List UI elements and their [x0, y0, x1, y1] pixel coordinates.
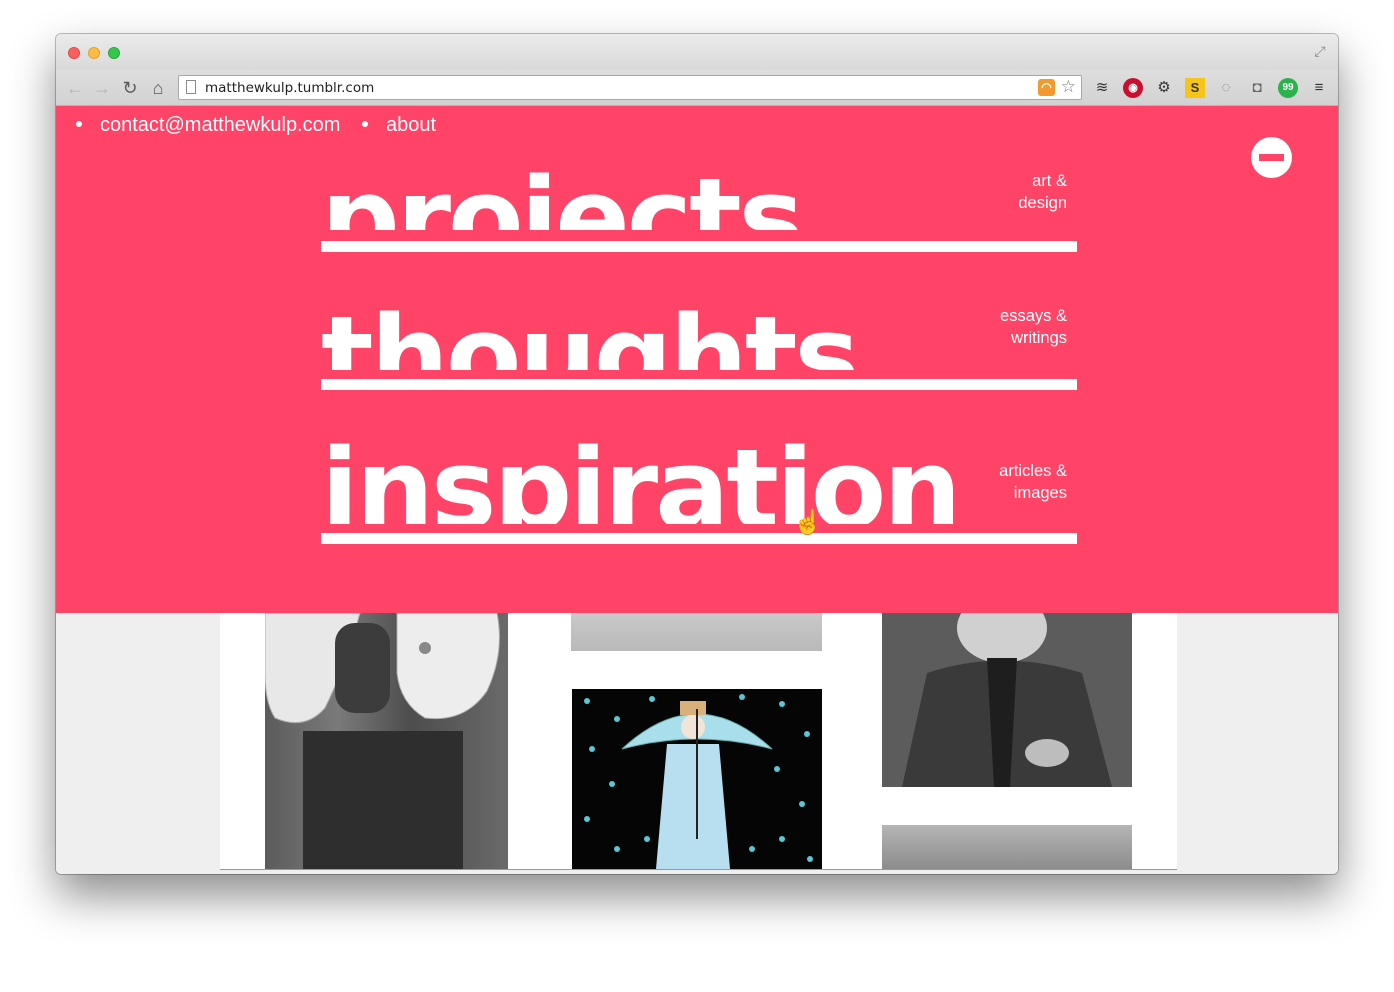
menu-item-projects[interactable]: projects art & design [321, 168, 1077, 252]
menu-underline [321, 533, 1077, 544]
hand-cursor-icon: ☝ [793, 509, 823, 536]
content-bottom-border [220, 869, 1177, 870]
about-link[interactable]: about [386, 114, 436, 136]
browser-toolbar: ← → ↻ ⌂ matthewkulp.tumblr.com ◠ ☆ ≋ ◉ ⚙… [56, 70, 1338, 106]
top-nav: contact@matthewkulp.com about [76, 114, 452, 137]
menu-item-inspiration[interactable]: inspiration articles & images [321, 434, 1077, 544]
back-icon[interactable]: ← [64, 77, 86, 99]
menu-underline [321, 379, 1077, 390]
close-window-button[interactable] [68, 47, 80, 59]
bookmark-star-icon[interactable]: ☆ [1061, 77, 1076, 97]
clock-extension-icon[interactable]: ◌ [1216, 78, 1236, 98]
hangouts-extension-icon[interactable]: 99 [1278, 78, 1298, 98]
page-icon [186, 80, 196, 94]
zoom-window-button[interactable] [108, 47, 120, 59]
adblock-extension-icon[interactable]: ◉ [1123, 78, 1143, 98]
minimize-window-button[interactable] [88, 47, 100, 59]
menu-item-inspiration-subtitle: articles & images [999, 462, 1067, 502]
menu-icon[interactable]: ≡ [1309, 78, 1329, 98]
texture-image-thumbnail-2[interactable] [882, 825, 1132, 869]
contact-email-link[interactable]: contact@matthewkulp.com [100, 114, 340, 136]
menu-item-thoughts-subtitle: essays & writings [1000, 307, 1067, 347]
stylebot-extension-icon[interactable]: S [1185, 78, 1205, 98]
reload-icon[interactable]: ↻ [119, 77, 141, 99]
umbrella-rain-image[interactable] [572, 689, 822, 869]
rss-icon[interactable]: ◠ [1038, 79, 1055, 96]
browser-window: ⤢ ← → ↻ ⌂ matthewkulp.tumblr.com ◠ ☆ ≋ ◉… [56, 34, 1338, 874]
address-bar[interactable]: matthewkulp.tumblr.com ◠ ☆ [178, 75, 1082, 100]
pocket-extension-icon[interactable]: ◘ [1247, 78, 1267, 98]
menu-item-thoughts[interactable]: thoughts essays & writings [321, 306, 1077, 390]
bullet-icon [361, 120, 368, 127]
menu-item-thoughts-label[interactable]: thoughts [321, 306, 860, 370]
title-bar: ⤢ [56, 34, 1338, 70]
archival-portrait-photo[interactable] [882, 613, 1132, 787]
forward-icon[interactable]: → [91, 77, 113, 99]
page-content: contact@matthewkulp.com about projects a… [56, 106, 1338, 874]
archival-photo-listening-device[interactable] [265, 613, 508, 869]
navigation-overlay: contact@matthewkulp.com about projects a… [56, 106, 1338, 613]
close-menu-button[interactable] [1251, 137, 1292, 178]
fullscreen-icon[interactable]: ⤢ [1312, 43, 1328, 59]
buffer-extension-icon[interactable]: ≋ [1092, 78, 1112, 98]
menu-item-inspiration-label[interactable]: inspiration [321, 434, 962, 524]
minus-icon [1259, 154, 1284, 161]
texture-image-thumbnail[interactable] [571, 613, 822, 651]
menu-item-projects-subtitle: art & design [1018, 172, 1067, 212]
home-icon[interactable]: ⌂ [147, 77, 169, 99]
url-text[interactable]: matthewkulp.tumblr.com [205, 80, 374, 96]
menu-item-projects-label[interactable]: projects [321, 168, 804, 230]
settings-extension-icon[interactable]: ⚙ [1154, 78, 1174, 98]
menu-underline [321, 241, 1077, 252]
bullet-icon [76, 120, 82, 127]
